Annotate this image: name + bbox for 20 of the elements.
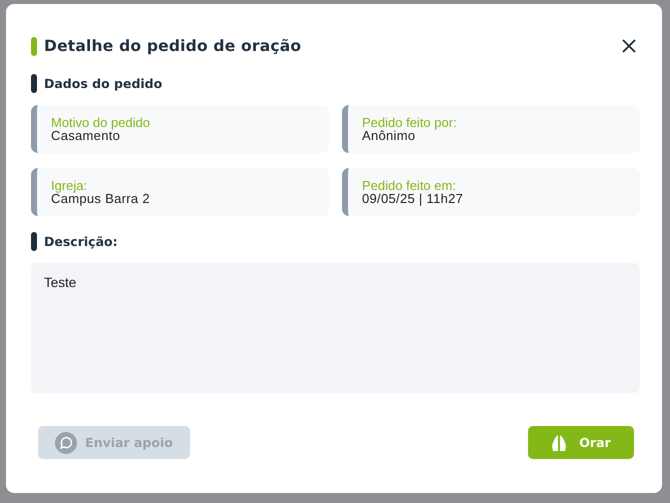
field-label: Pedido feito por: — [362, 116, 458, 129]
accent-bar — [31, 232, 37, 251]
close-button[interactable] — [620, 37, 638, 55]
field-label: Pedido feito em: — [362, 179, 457, 192]
section-heading: Dados do pedido — [44, 76, 162, 91]
pray-button[interactable]: Orar — [528, 426, 634, 459]
field-label: Igreja: — [51, 179, 88, 192]
description-text: Teste — [44, 275, 76, 290]
close-icon — [622, 39, 636, 53]
dialog-title: Detalhe do pedido de oração — [44, 37, 302, 55]
field-value: Casamento — [51, 129, 120, 142]
accent-bar — [31, 74, 37, 93]
field-value: 09/05/25 | 11h27 — [362, 192, 464, 205]
field-value: Campus Barra 2 — [51, 192, 151, 205]
section-heading: Descrição: — [44, 234, 118, 249]
field-value: Anônimo — [362, 129, 416, 142]
hands-icon — [551, 434, 568, 452]
field-label: Motivo do pedido — [51, 116, 152, 129]
accent-bar — [31, 36, 37, 56]
chat-icon — [55, 432, 78, 454]
